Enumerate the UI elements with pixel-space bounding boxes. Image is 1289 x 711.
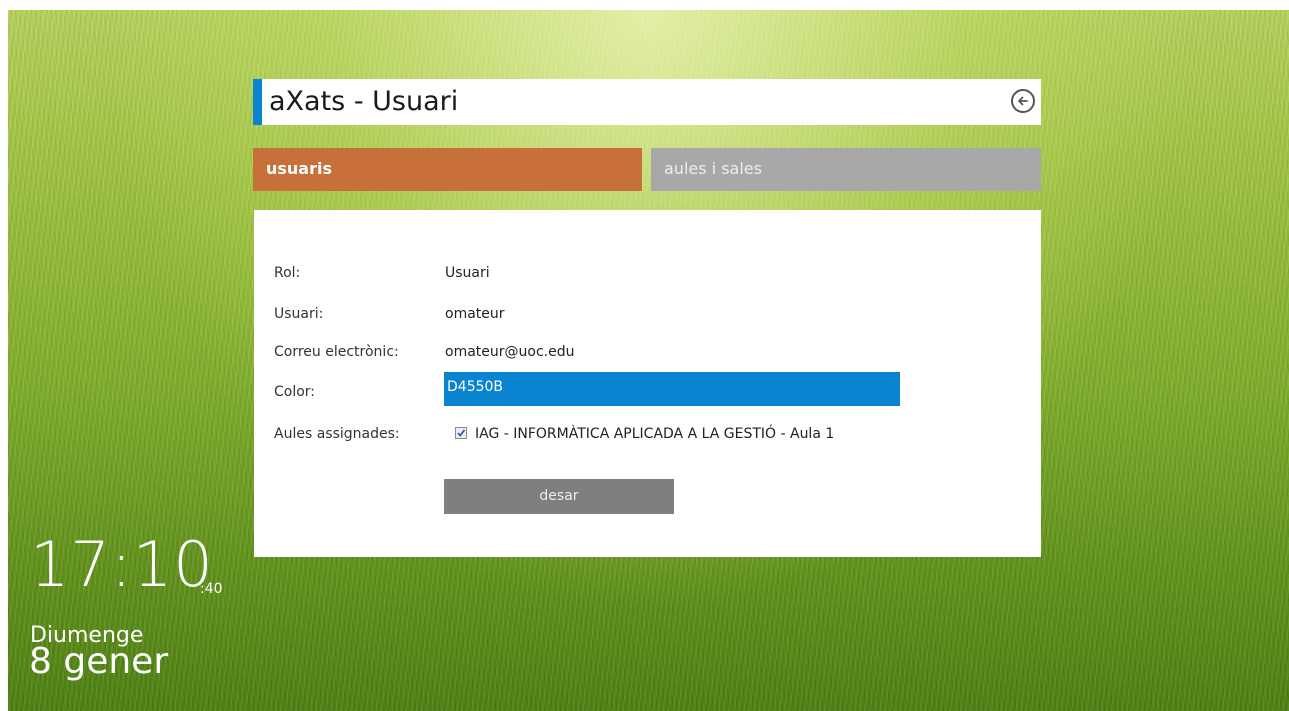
back-button[interactable] — [1011, 89, 1035, 113]
clock-date: 8 gener — [29, 641, 169, 682]
email-label: Correu electrònic: — [274, 344, 399, 360]
rol-label: Rol: — [274, 265, 301, 281]
aules-label: Aules assignades: — [274, 426, 400, 442]
email-value: omateur@uoc.edu — [445, 344, 575, 360]
clock-seconds: :40 — [200, 581, 223, 597]
page-title: aXats - Usuari — [269, 86, 459, 117]
usuari-label: Usuari: — [274, 306, 324, 322]
checkmark-icon — [457, 429, 466, 437]
tab-usuaris[interactable]: usuaris — [253, 148, 642, 191]
aula-option-label[interactable]: IAG - INFORMÀTICA APLICADA A LA GESTIÓ -… — [475, 426, 834, 442]
user-form-panel: Rol: Usuari Usuari: omateur Correu elect… — [254, 210, 1041, 557]
aula-checkbox[interactable] — [455, 427, 467, 439]
arrow-left-circle-icon — [1018, 96, 1028, 106]
usuari-value: omateur — [445, 306, 505, 322]
title-accent — [253, 79, 262, 125]
color-input[interactable]: D4550B — [444, 372, 900, 406]
tab-aules-i-sales[interactable]: aules i sales — [651, 148, 1041, 191]
save-button[interactable]: desar — [444, 479, 674, 514]
clock-time: 17:10 — [30, 528, 214, 601]
color-label: Color: — [274, 384, 316, 400]
header-bar: aXats - Usuari — [253, 79, 1041, 125]
rol-value: Usuari — [445, 265, 490, 281]
